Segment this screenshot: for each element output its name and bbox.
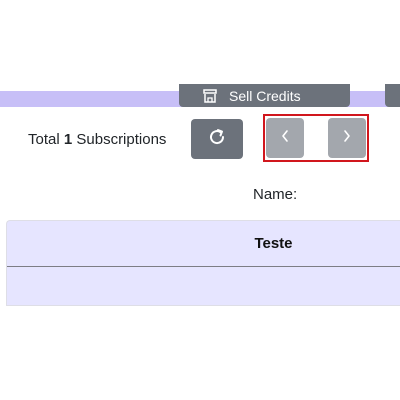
- store-icon: [203, 88, 217, 103]
- next-page-button[interactable]: [328, 118, 366, 158]
- header-button-partial[interactable]: [385, 84, 400, 107]
- refresh-icon: [207, 127, 227, 152]
- refresh-button[interactable]: [191, 119, 243, 159]
- subscriptions-total: Total 1 Subscriptions: [28, 131, 166, 148]
- name-filter-label: Name:: [253, 186, 298, 203]
- total-suffix: Subscriptions: [76, 131, 167, 148]
- total-count: 1: [63, 131, 73, 148]
- chevron-right-icon: [342, 129, 352, 148]
- sell-credits-button[interactable]: Sell Credits: [179, 84, 350, 107]
- sell-credits-label: Sell Credits: [229, 87, 301, 104]
- column-header-teste[interactable]: Teste: [114, 235, 292, 252]
- subscriptions-table: Teste: [6, 220, 400, 306]
- table-row[interactable]: [7, 267, 400, 305]
- total-prefix: Total: [28, 131, 60, 148]
- previous-page-button[interactable]: [266, 118, 304, 158]
- table-header: Teste: [7, 221, 400, 267]
- page: Sell Credits Total 1 Subscriptions Name:…: [0, 0, 400, 400]
- chevron-left-icon: [280, 129, 290, 148]
